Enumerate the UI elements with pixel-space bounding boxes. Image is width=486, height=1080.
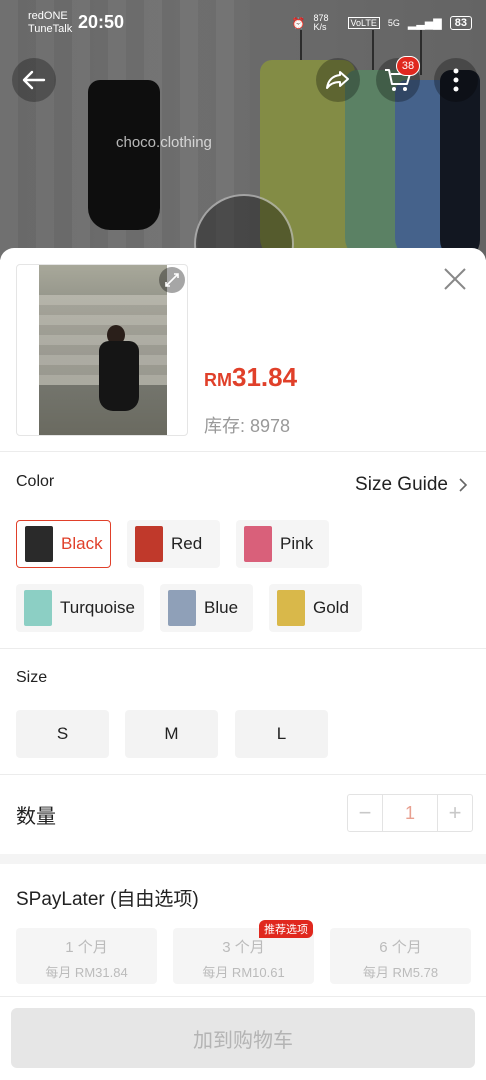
color-swatch-image — [244, 526, 272, 562]
installment-option-1-month[interactable]: 1 个月 每月 RM31.84 — [16, 928, 157, 984]
color-swatch-image — [25, 526, 53, 562]
more-options-button[interactable] — [434, 58, 478, 102]
color-swatch-image — [135, 526, 163, 562]
color-option-label: Blue — [204, 598, 239, 617]
carrier: redONE TuneTalk — [28, 10, 72, 36]
color-swatch-image — [24, 590, 52, 626]
product-media-banner[interactable]: choco.clothing redONE TuneTalk 20:50 ⏰ 8… — [0, 0, 486, 260]
divider — [0, 451, 486, 452]
close-icon — [444, 268, 466, 290]
installment-monthly: 每月 RM10.61 — [202, 965, 285, 980]
signal-icon: ▂▃▅▇ — [407, 17, 442, 30]
chevron-right-icon — [459, 478, 468, 492]
size-option-l[interactable]: L — [235, 710, 328, 758]
installment-option-6-month[interactable]: 6 个月 每月 RM5.78 — [330, 928, 471, 984]
variation-bottom-sheet: RM31.84 库存: 8978 Color Size Guide Black … — [0, 248, 486, 1080]
color-option-label: Black — [61, 534, 103, 553]
close-button[interactable] — [442, 266, 468, 292]
product-thumbnail[interactable] — [16, 264, 188, 436]
color-option-pink[interactable]: Pink — [236, 520, 329, 568]
color-option-red[interactable]: Red — [127, 520, 220, 568]
color-swatch-image — [277, 590, 305, 626]
quantity-decrease-button[interactable]: − — [348, 795, 382, 831]
quantity-value-field[interactable]: 1 — [382, 795, 438, 831]
expand-image-button[interactable] — [159, 267, 185, 293]
thumbnail-photo — [39, 265, 167, 435]
cart-count-badge: 38 — [396, 56, 420, 76]
color-option-blue[interactable]: Blue — [160, 584, 253, 632]
add-to-cart-button[interactable]: 加到购物车 — [11, 1008, 475, 1068]
status-bar: redONE TuneTalk 20:50 ⏰ 878 K/s VoLTE 5G… — [28, 10, 472, 40]
stock-count: 库存: 8978 — [204, 416, 291, 436]
share-button[interactable] — [316, 58, 360, 102]
color-option-turquoise[interactable]: Turquoise — [16, 584, 144, 632]
watermark: choco.clothing — [116, 134, 212, 151]
expand-icon — [165, 273, 179, 287]
color-option-gold[interactable]: Gold — [269, 584, 362, 632]
net-speed: 878 K/s — [313, 13, 329, 32]
installment-term: 3 个月 — [222, 939, 265, 956]
product-price: RM31.84 — [204, 362, 297, 393]
model-dress — [99, 341, 139, 411]
more-vertical-icon — [453, 68, 459, 92]
divider — [0, 648, 486, 649]
quantity-label: 数量 — [16, 806, 56, 828]
section-separator — [0, 854, 486, 864]
size-option-s[interactable]: S — [16, 710, 109, 758]
size-option-m[interactable]: M — [125, 710, 218, 758]
color-option-black[interactable]: Black — [16, 520, 111, 568]
divider — [0, 774, 486, 775]
carrier-line2: TuneTalk — [28, 23, 73, 35]
color-option-label: Gold — [313, 598, 349, 617]
spaylater-title: SPayLater (自由选项) — [16, 889, 199, 910]
share-icon — [326, 71, 349, 89]
quantity-stepper: − 1 + — [347, 794, 473, 832]
installment-term: 6 个月 — [379, 939, 422, 956]
size-guide-label: Size Guide — [355, 474, 448, 495]
arrow-left-icon — [22, 70, 46, 90]
clock: 20:50 — [78, 12, 125, 32]
price-currency: RM — [204, 370, 232, 390]
size-label: Size — [16, 669, 48, 686]
color-option-label: Pink — [280, 534, 314, 553]
back-button[interactable] — [12, 58, 56, 102]
price-amount: 31.84 — [232, 362, 298, 392]
volte-badge: VoLTE — [347, 17, 380, 29]
installment-monthly: 每月 RM31.84 — [45, 965, 128, 980]
carrier-line1: redONE — [28, 10, 68, 22]
color-swatch-image — [168, 590, 196, 626]
size-guide-link[interactable]: Size Guide — [355, 474, 468, 496]
color-option-label: Turquoise — [60, 598, 135, 617]
divider — [0, 996, 486, 997]
installment-monthly: 每月 RM5.78 — [362, 965, 439, 980]
installment-term: 1 个月 — [65, 939, 108, 956]
network-type: 5G — [387, 18, 400, 28]
color-option-label: Red — [171, 534, 203, 553]
quantity-increase-button[interactable]: + — [438, 795, 472, 831]
recommended-badge: 推荐选项 — [259, 920, 313, 938]
alarm-icon: ⏰ — [291, 17, 306, 30]
battery-icon: 83 — [449, 16, 472, 30]
color-label: Color — [16, 473, 55, 490]
system-icons: ⏰ 878 K/s VoLTE 5G ▂▃▅▇ 83 — [292, 14, 472, 32]
